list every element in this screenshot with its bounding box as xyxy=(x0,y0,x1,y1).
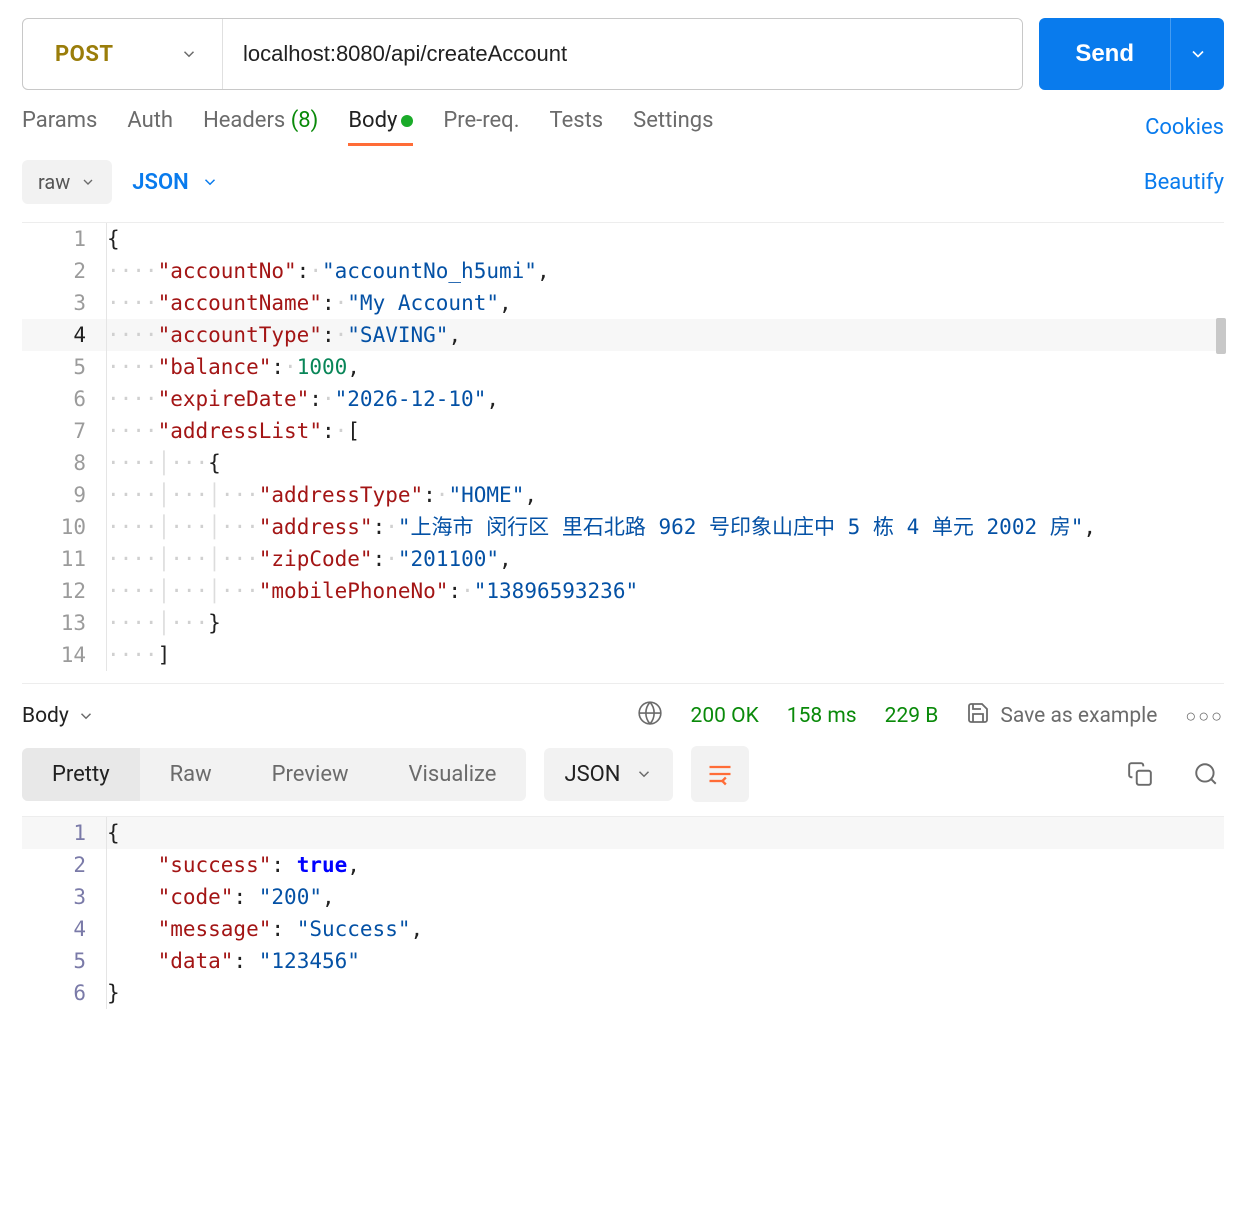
resp-tab-preview[interactable]: Preview xyxy=(242,748,379,801)
req-address: 上海市 闵行区 里石北路 962 号印象山庄中 5 栋 4 单元 2002 房 xyxy=(411,515,1071,539)
req-addresslist-key: addressList xyxy=(170,419,309,443)
req-mobilephone: 13896593236 xyxy=(486,579,625,603)
line-number: 6 xyxy=(22,977,106,1009)
response-body-label: Body xyxy=(22,704,69,728)
body-format-select[interactable]: JSON xyxy=(132,170,218,195)
tab-settings[interactable]: Settings xyxy=(633,108,713,146)
line-number: 11 xyxy=(22,543,106,575)
line-number: 2 xyxy=(22,255,106,287)
req-accounttype: SAVING xyxy=(360,323,436,347)
line-number: 7 xyxy=(22,415,106,447)
chevron-down-icon xyxy=(80,174,96,190)
chevron-down-icon xyxy=(201,173,219,191)
scrollbar-thumb[interactable] xyxy=(1216,318,1226,354)
chevron-down-icon xyxy=(180,45,198,63)
tab-headers[interactable]: Headers (8) xyxy=(203,108,318,146)
copy-button[interactable] xyxy=(1122,756,1158,792)
resp-message: Success xyxy=(309,917,398,941)
line-number: 13 xyxy=(22,607,106,639)
modified-dot-icon xyxy=(401,115,413,127)
line-number: 1 xyxy=(22,817,106,849)
line-number: 9 xyxy=(22,479,106,511)
response-section-select[interactable]: Body xyxy=(22,704,95,728)
send-button-group: Send xyxy=(1039,18,1224,90)
beautify-link[interactable]: Beautify xyxy=(1144,170,1224,195)
response-format-select[interactable]: JSON xyxy=(544,748,672,801)
save-as-example-button[interactable]: Save as example xyxy=(966,701,1157,731)
request-body-editor[interactable]: 1{ 2····"accountNo":·"accountNo_h5umi", … xyxy=(22,222,1224,671)
line-number: 12 xyxy=(22,575,106,607)
body-type-select[interactable]: raw xyxy=(22,160,112,204)
line-number: 5 xyxy=(22,351,106,383)
save-example-label: Save as example xyxy=(1000,704,1157,728)
method-label: POST xyxy=(55,42,114,67)
req-expiredate: 2026-12-10 xyxy=(347,387,473,411)
resp-tab-pretty[interactable]: Pretty xyxy=(22,748,140,801)
cookies-link[interactable]: Cookies xyxy=(1145,115,1224,140)
line-number: 5 xyxy=(22,945,106,977)
line-number: 3 xyxy=(22,287,106,319)
tab-pre-req[interactable]: Pre-req. xyxy=(443,108,519,146)
tab-headers-label: Headers xyxy=(203,108,285,133)
tab-body-label: Body xyxy=(348,108,397,133)
tab-auth[interactable]: Auth xyxy=(127,108,173,146)
resp-data: 123456 xyxy=(271,949,347,973)
resp-tab-visualize[interactable]: Visualize xyxy=(379,748,527,801)
response-body-editor[interactable]: 1{ 2 "success": true, 3 "code": "200", 4… xyxy=(22,816,1224,1009)
save-icon xyxy=(966,701,990,731)
response-time: 158 ms xyxy=(787,704,857,728)
line-number: 1 xyxy=(22,223,106,255)
tab-tests[interactable]: Tests xyxy=(550,108,604,146)
more-actions-button[interactable]: ○○○ xyxy=(1185,706,1224,727)
req-zipcode: 201100 xyxy=(411,547,487,571)
response-size: 229 B xyxy=(885,704,939,728)
resp-success: true xyxy=(297,853,348,877)
line-number: 4 xyxy=(22,913,106,945)
line-number: 4 xyxy=(22,319,106,351)
wrap-lines-button[interactable] xyxy=(691,746,749,802)
method-select[interactable]: POST xyxy=(23,19,223,89)
chevron-down-icon xyxy=(77,707,95,725)
line-number: 10 xyxy=(22,511,106,543)
req-accountno: accountNo_h5umi xyxy=(335,259,525,283)
chevron-down-icon xyxy=(1188,44,1208,64)
line-number: 3 xyxy=(22,881,106,913)
resp-tab-raw[interactable]: Raw xyxy=(140,748,242,801)
response-view-tabs: Pretty Raw Preview Visualize xyxy=(22,748,526,801)
resp-code: 200 xyxy=(271,885,309,909)
body-type-label: raw xyxy=(38,170,70,194)
send-dropdown-button[interactable] xyxy=(1170,18,1224,90)
url-input[interactable] xyxy=(223,19,1022,89)
line-number: 2 xyxy=(22,849,106,881)
req-addresstype: HOME xyxy=(461,483,512,507)
body-format-label: JSON xyxy=(132,170,188,195)
chevron-down-icon xyxy=(635,765,653,783)
line-number: 6 xyxy=(22,383,106,415)
tab-body[interactable]: Body xyxy=(348,108,413,146)
headers-count: (8) xyxy=(291,108,319,133)
line-number: 14 xyxy=(22,639,106,671)
search-button[interactable] xyxy=(1188,756,1224,792)
req-accountname: My Account xyxy=(360,291,486,315)
response-format-label: JSON xyxy=(564,762,620,787)
line-number: 8 xyxy=(22,447,106,479)
request-tabs: Params Auth Headers (8) Body Pre-req. Te… xyxy=(22,108,713,146)
req-balance: 1000 xyxy=(297,355,348,379)
url-bar: POST xyxy=(22,18,1023,90)
globe-icon[interactable] xyxy=(637,700,663,732)
send-button[interactable]: Send xyxy=(1039,18,1170,90)
response-status: 200 OK xyxy=(691,704,759,728)
tab-params[interactable]: Params xyxy=(22,108,97,146)
